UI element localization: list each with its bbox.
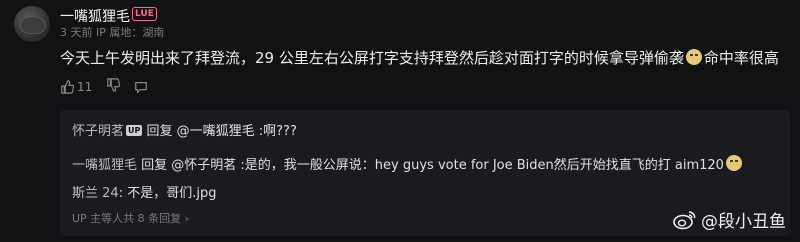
reply-text: : 不是，哥们.jpg <box>118 186 217 201</box>
like-button[interactable]: 11 <box>60 80 92 94</box>
reply-item: 一嘴狐狸毛 回复 @怀子明茗 :是的，我一般公屏说：hey guys vote … <box>72 154 744 173</box>
weibo-logo-icon <box>673 210 696 229</box>
comment-meta: 3 天前 IP 属地：湖南 <box>60 26 165 39</box>
reply-button[interactable] <box>134 80 148 94</box>
cat-face-emoji-icon <box>685 49 702 65</box>
level-badge: LUE <box>132 7 157 21</box>
reply-text: 回复 @怀子明茗 :是的，我一般公屏说：hey guys vote for Jo… <box>137 158 724 173</box>
comment-text: 今天上午发明出来了拜登流，29 公里左右公屏打字支持拜登然后趁对面打字的时候拿导… <box>60 47 790 69</box>
reply-author[interactable]: 斯兰 24 <box>72 186 119 201</box>
like-count: 11 <box>77 79 93 94</box>
thumbs-up-icon <box>61 79 74 94</box>
thumbs-down-icon <box>107 78 121 92</box>
reply-author[interactable]: 一嘴狐狸毛 <box>72 158 137 173</box>
view-more-replies-link[interactable]: UP 主等人共 8 条回复 › <box>72 210 189 226</box>
reply-item: 斯兰 24: 不是，哥们.jpg <box>72 182 216 201</box>
avatar[interactable] <box>14 6 50 42</box>
cat-face-emoji-icon <box>725 155 742 171</box>
watermark: @段小丑鱼 <box>673 207 786 232</box>
reply-text: 回复 @一嘴狐狸毛 :啊??? <box>142 124 297 139</box>
comment-text-part-1: 今天上午发明出来了拜登流，29 公里左右公屏打字支持拜登然后趁对面打字的时候拿导… <box>60 49 684 67</box>
dislike-button[interactable] <box>106 78 121 95</box>
reply-icon <box>135 81 148 94</box>
comment-actions: 11 <box>60 78 148 95</box>
reply-item: 怀子明茗 UP 回复 @一嘴狐狸毛 :啊??? <box>72 120 297 139</box>
watermark-text: @段小丑鱼 <box>701 212 786 232</box>
comment-username[interactable]: 一嘴狐狸毛 <box>60 6 130 26</box>
up-badge: UP <box>126 125 143 136</box>
reply-author[interactable]: 怀子明茗 <box>72 124 124 139</box>
comment-text-part-2: 命中率很高 <box>703 49 779 67</box>
